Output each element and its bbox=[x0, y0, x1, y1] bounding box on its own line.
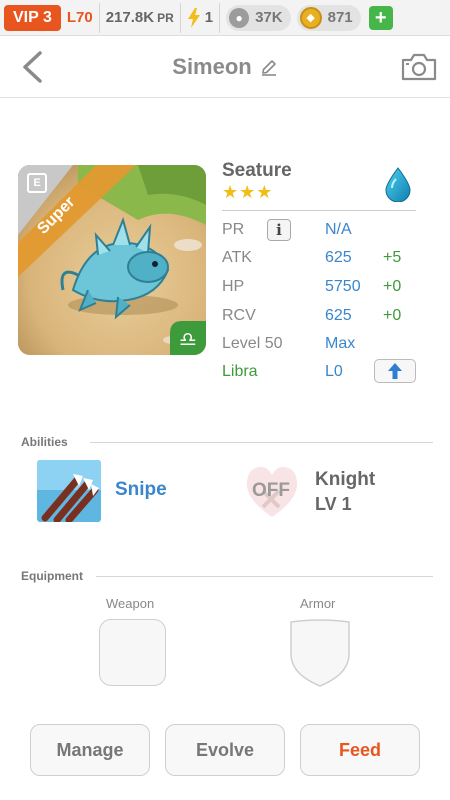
arrow-up-icon bbox=[388, 363, 402, 379]
stat-row-hp: HP 5750 +0 bbox=[222, 275, 418, 299]
power-unit: PR bbox=[157, 10, 174, 25]
manage-button[interactable]: Manage bbox=[30, 724, 150, 776]
abilities-divider bbox=[90, 442, 433, 443]
paw-icon: ● bbox=[229, 7, 250, 28]
abilities-heading: Abilities bbox=[21, 435, 68, 449]
stat-row-pr: PR N/A bbox=[222, 218, 418, 242]
pencil-edit-icon[interactable] bbox=[260, 58, 278, 76]
creature-artwork: ♎ bbox=[18, 165, 206, 355]
stat-value: 625 bbox=[325, 307, 352, 324]
category-icon: E bbox=[27, 173, 47, 193]
coin-icon: ◆ bbox=[299, 6, 322, 29]
zodiac-label: Libra bbox=[222, 363, 258, 380]
energy-value: 1 bbox=[204, 9, 214, 26]
ability-off-status: OFF bbox=[252, 480, 290, 501]
water-drop-icon bbox=[385, 167, 411, 202]
armor-label: Armor bbox=[300, 596, 336, 611]
info-divider bbox=[222, 210, 416, 211]
stat-bonus: +5 bbox=[383, 249, 402, 266]
page-title: Simeon bbox=[172, 53, 252, 79]
title-group[interactable]: Simeon bbox=[172, 54, 277, 80]
stat-label: ATK bbox=[222, 249, 252, 266]
stat-label: HP bbox=[222, 278, 245, 295]
ability-name[interactable]: Snipe bbox=[115, 479, 167, 501]
coin-value: 871 bbox=[327, 9, 353, 26]
svg-text:♎: ♎ bbox=[179, 327, 197, 351]
stat-row-level: Level 50 Max bbox=[222, 332, 418, 356]
evolve-button[interactable]: Evolve bbox=[165, 724, 285, 776]
lightning-icon bbox=[187, 7, 200, 28]
stat-value: 5750 bbox=[325, 278, 361, 295]
add-currency-button[interactable]: + bbox=[368, 5, 393, 30]
paw-counter[interactable]: ● 37K bbox=[226, 4, 291, 31]
header: Simeon bbox=[0, 36, 450, 98]
snipe-ability-icon[interactable] bbox=[37, 460, 101, 522]
stat-row-rcv: RCV 625 +0 bbox=[222, 304, 418, 328]
equipment-heading: Equipment bbox=[21, 569, 83, 583]
stat-row-atk: ATK 625 +5 bbox=[222, 246, 418, 270]
power-rating: 217.8K PR bbox=[100, 2, 181, 33]
paw-value: 37K bbox=[255, 9, 283, 26]
camera-icon[interactable] bbox=[400, 52, 438, 82]
vip-badge[interactable]: VIP 3 bbox=[4, 4, 61, 31]
back-chevron-icon[interactable] bbox=[20, 50, 44, 84]
equipment-divider bbox=[96, 576, 433, 577]
energy-counter[interactable]: 1 bbox=[181, 2, 221, 33]
stat-bonus: +0 bbox=[383, 278, 402, 295]
stat-bonus: +0 bbox=[383, 307, 402, 324]
creature-portrait[interactable]: ♎ Super E bbox=[18, 165, 206, 355]
secondary-ability-level: LV 1 bbox=[315, 494, 352, 514]
player-level: L70 bbox=[61, 2, 100, 33]
stat-value: 625 bbox=[325, 249, 352, 266]
coin-counter[interactable]: ◆ 871 bbox=[296, 4, 361, 31]
upgrade-zodiac-button[interactable] bbox=[374, 359, 416, 383]
feed-button[interactable]: Feed bbox=[300, 724, 420, 776]
stat-value: Max bbox=[325, 335, 356, 352]
info-button[interactable]: i bbox=[267, 219, 291, 241]
secondary-ability-name: Knight bbox=[315, 469, 376, 490]
power-value: 217.8K bbox=[105, 9, 155, 26]
weapon-label: Weapon bbox=[106, 596, 155, 611]
stat-label: RCV bbox=[222, 307, 256, 324]
stat-label: Level 50 bbox=[222, 335, 283, 352]
status-bar: VIP 3 L70 217.8K PR 1 ● 37K ◆ 871 + bbox=[0, 0, 450, 36]
stat-value: N/A bbox=[325, 221, 352, 238]
armor-slot[interactable] bbox=[287, 618, 353, 688]
weapon-slot[interactable] bbox=[99, 619, 166, 686]
